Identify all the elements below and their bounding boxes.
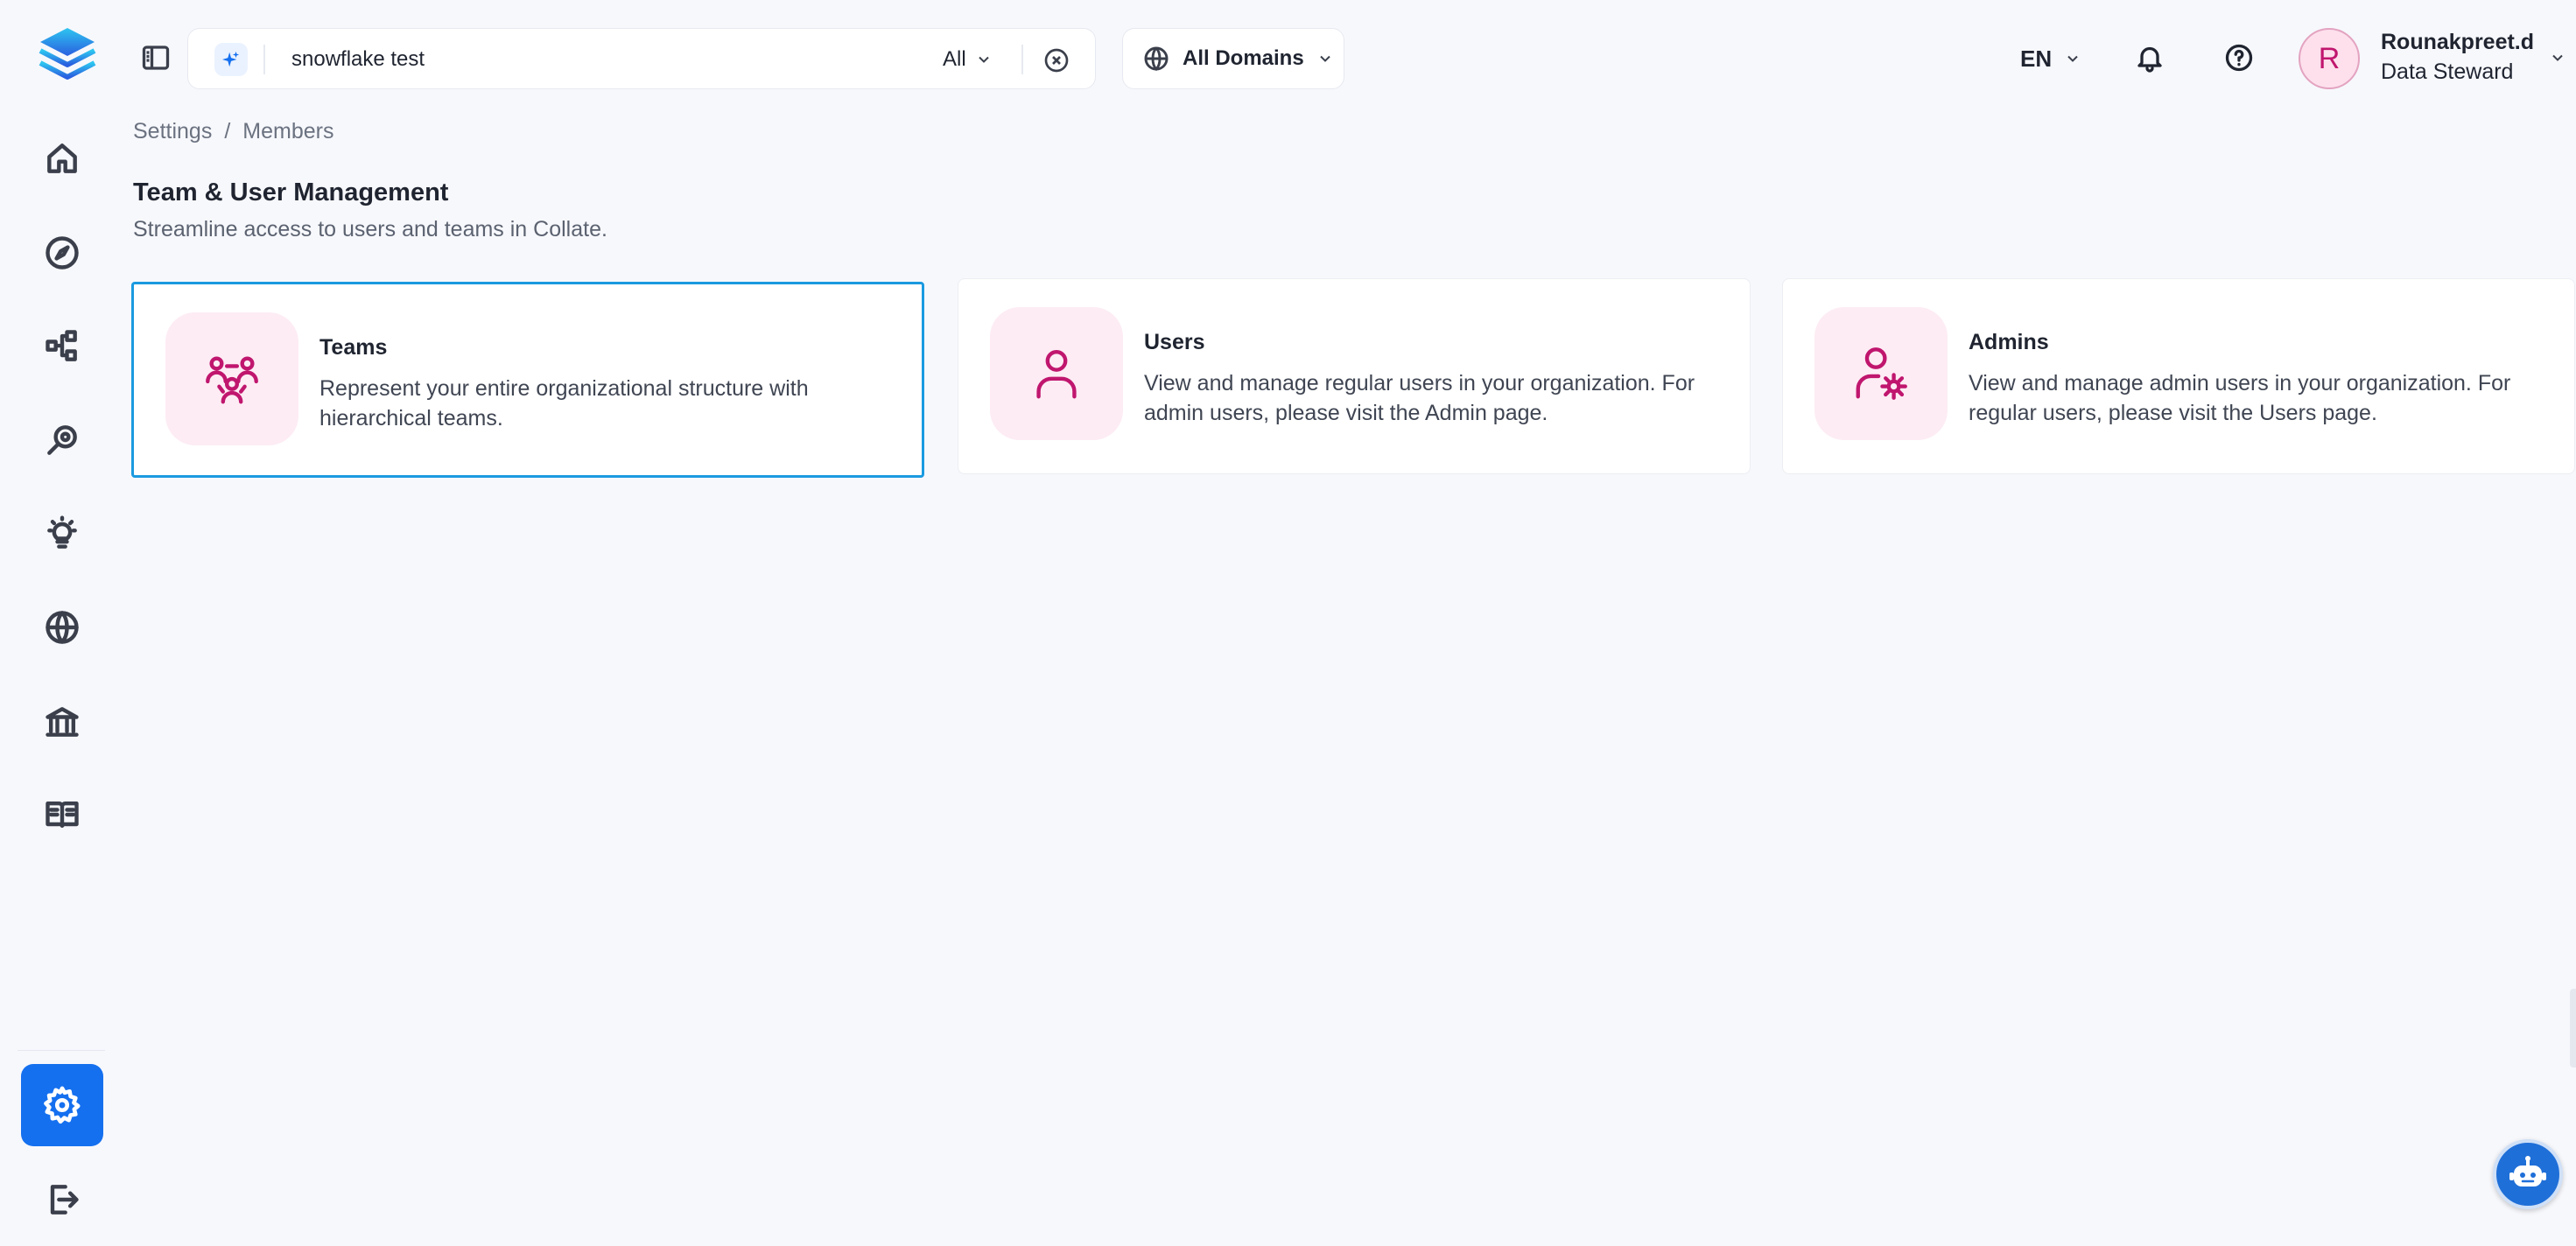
search-scope-dropdown[interactable]: All xyxy=(943,45,993,74)
sidebar-item-logout[interactable] xyxy=(32,1169,93,1230)
page-title: Team & User Management xyxy=(133,178,448,207)
sidebar-item-observability[interactable] xyxy=(32,410,93,471)
bell-icon xyxy=(2134,42,2165,74)
app-logo[interactable] xyxy=(35,24,100,89)
sidebar-item-settings[interactable] xyxy=(21,1064,103,1146)
avatar[interactable]: R xyxy=(2299,28,2360,89)
settings-gear-icon xyxy=(42,1085,82,1125)
global-search-bar: All xyxy=(187,28,1096,89)
sidebar-item-governance[interactable] xyxy=(32,691,93,752)
breadcrumb-settings[interactable]: Settings xyxy=(133,119,212,144)
admins-card[interactable]: Admins View and manage admin users in yo… xyxy=(1782,278,2575,474)
search-divider-2 xyxy=(1021,45,1023,74)
breadcrumb-members: Members xyxy=(242,119,333,144)
teams-icon xyxy=(201,348,263,410)
app-root: All All Domains EN R Rounakpreet.d Data … xyxy=(0,0,2576,1246)
admins-card-description: View and manage admin users in your orga… xyxy=(1969,368,2546,428)
language-selector[interactable]: EN xyxy=(2020,44,2081,74)
chevron-down-icon xyxy=(975,51,993,68)
clear-search-button[interactable] xyxy=(1042,46,1070,74)
chevron-down-icon xyxy=(1316,50,1334,67)
language-label: EN xyxy=(2020,46,2052,73)
user-name: Rounakpreet.d xyxy=(2381,30,2534,55)
search-scope-label: All xyxy=(943,47,966,72)
admins-card-icon xyxy=(1814,307,1948,440)
user-role: Data Steward xyxy=(2381,60,2513,85)
sidebar-item-domains[interactable] xyxy=(32,597,93,658)
users-card-title: Users xyxy=(1144,330,1205,355)
explore-compass-icon xyxy=(43,234,81,272)
sparkle-icon xyxy=(221,50,241,69)
glossary-book-icon xyxy=(43,795,81,834)
sidebar-item-glossary[interactable] xyxy=(32,784,93,845)
sidebar-item-insights[interactable] xyxy=(32,503,93,564)
sidebar-item-home[interactable] xyxy=(32,128,93,189)
help-button[interactable] xyxy=(2223,42,2255,74)
home-icon xyxy=(43,139,81,178)
breadcrumb: Settings / Members xyxy=(133,119,333,144)
ai-search-toggle[interactable] xyxy=(214,43,248,76)
teams-card[interactable]: Teams Represent your entire organization… xyxy=(131,282,924,478)
admin-user-icon xyxy=(1850,343,1912,404)
users-card-description: View and manage regular users in your or… xyxy=(1144,368,1722,428)
chevron-down-icon xyxy=(2549,49,2566,66)
user-menu-button[interactable] xyxy=(2549,49,2568,68)
sidebar-item-lineage[interactable] xyxy=(32,316,93,377)
notifications-button[interactable] xyxy=(2134,42,2165,74)
robot-icon xyxy=(2507,1153,2549,1195)
help-circle-icon xyxy=(2223,42,2255,74)
page-subtitle: Streamline access to users and teams in … xyxy=(133,217,607,242)
sidebar-item-explore[interactable] xyxy=(32,222,93,284)
breadcrumb-separator: / xyxy=(224,119,230,144)
teams-card-title: Teams xyxy=(319,335,387,360)
sidebar xyxy=(0,0,125,1246)
sidebar-toggle-button[interactable] xyxy=(140,42,172,74)
teams-card-description: Represent your entire organizational str… xyxy=(319,374,897,433)
teams-card-icon xyxy=(165,312,298,445)
ai-assistant-button[interactable] xyxy=(2493,1139,2563,1209)
domains-globe-icon xyxy=(43,608,81,647)
users-card[interactable]: Users View and manage regular users in y… xyxy=(958,278,1751,474)
panel-toggle-icon xyxy=(140,42,172,74)
governance-bank-icon xyxy=(43,703,81,741)
domain-selector[interactable]: All Domains xyxy=(1122,28,1344,89)
admins-card-title: Admins xyxy=(1969,330,2049,355)
sidebar-divider xyxy=(18,1050,105,1051)
domain-selector-label: All Domains xyxy=(1183,46,1304,71)
users-card-icon xyxy=(990,307,1123,440)
observability-icon xyxy=(43,421,81,459)
lineage-icon xyxy=(43,327,81,366)
insights-bulb-icon xyxy=(43,514,81,553)
close-circle-icon xyxy=(1042,46,1070,74)
search-divider xyxy=(263,45,265,74)
side-drawer-handle[interactable] xyxy=(2570,989,2576,1068)
search-input[interactable] xyxy=(291,41,817,78)
globe-icon xyxy=(1142,45,1170,73)
chevron-down-icon xyxy=(2064,50,2081,67)
logout-icon xyxy=(43,1180,81,1219)
user-icon xyxy=(1026,343,1087,404)
